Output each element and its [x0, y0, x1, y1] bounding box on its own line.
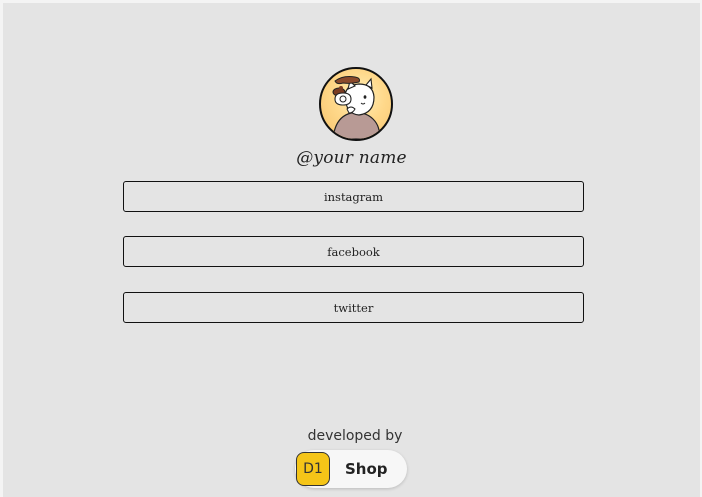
developed-by-label: developed by [307, 428, 403, 444]
avatar[interactable] [319, 67, 393, 141]
d1-logo-icon: D1 [296, 452, 330, 486]
d1-shop-badge[interactable]: D1 Shop [295, 450, 407, 488]
cat-avatar-icon [332, 76, 380, 139]
username: @your name [296, 148, 407, 168]
shop-label: Shop [345, 460, 388, 478]
facebook-link-button[interactable]: facebook [123, 236, 584, 267]
twitter-link-button[interactable]: twitter [123, 292, 584, 323]
page-container: @your name instagram facebook twitter de… [3, 3, 700, 497]
instagram-link-button[interactable]: instagram [123, 181, 584, 212]
